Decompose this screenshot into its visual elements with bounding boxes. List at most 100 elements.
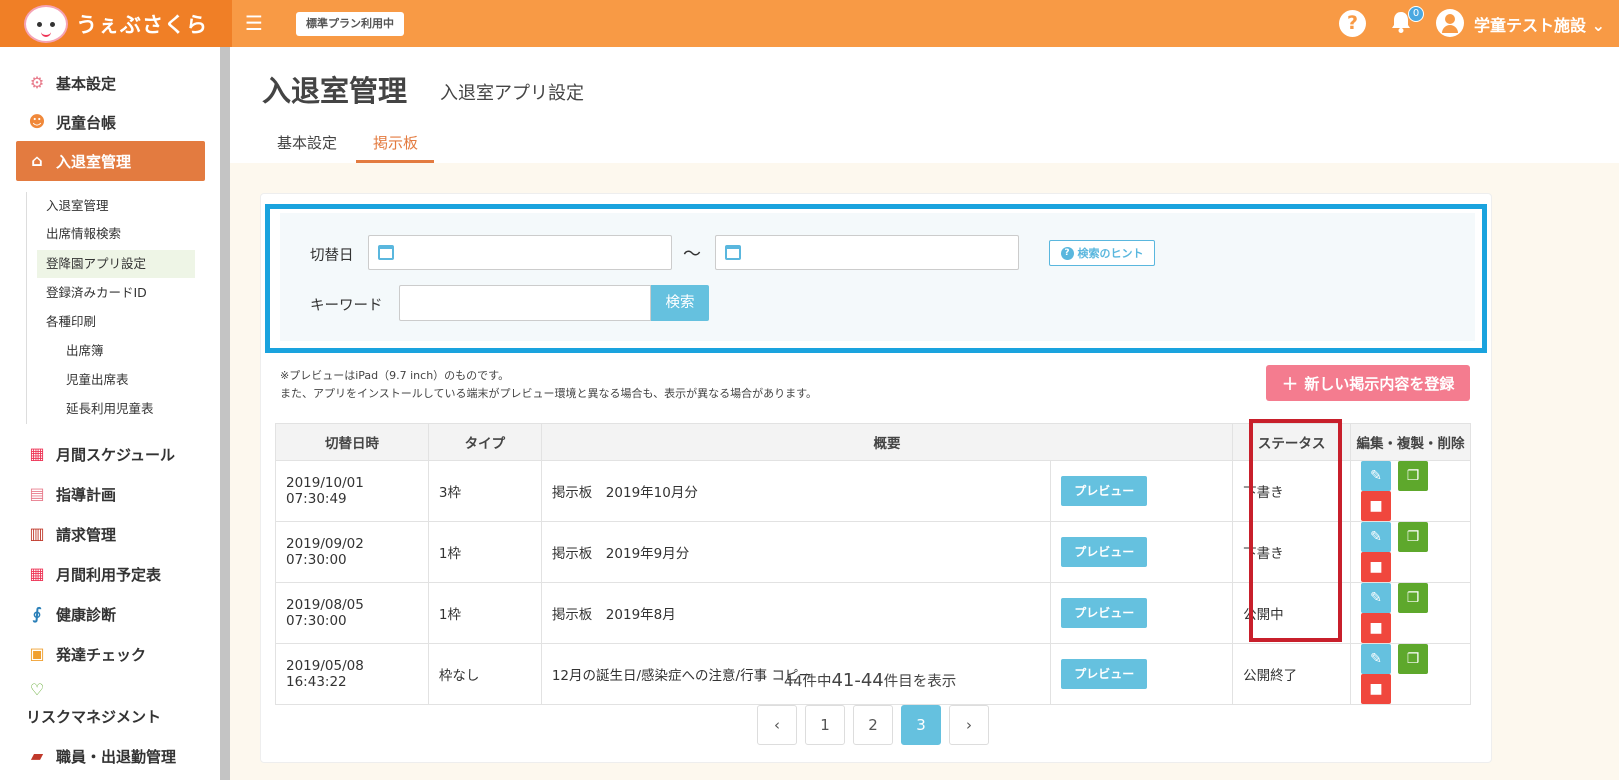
tab-basic-settings[interactable]: 基本設定 [277,132,337,153]
sidebar-item-child-register[interactable]: ☻ 児童台帳 [26,108,116,136]
sidebar-item-monthly-plan[interactable]: ▦ 月間利用予定表 [26,560,161,588]
edit-icon[interactable]: ✎ [1361,644,1392,674]
trash-icon[interactable]: ■ [1361,674,1392,704]
edit-icon[interactable]: ✎ [1361,583,1392,613]
search-hint-label: 検索のヒント [1077,247,1144,260]
header-datetime[interactable]: 切替日時 [275,423,429,461]
preview-button[interactable]: プレビュー [1061,659,1148,689]
calendar-icon [378,245,394,260]
gear-icon: ⚙ [29,73,45,92]
sidebar-item-guidance-plan[interactable]: ▤ 指導計画 [26,480,116,508]
sidebar-item-basic-settings[interactable]: ⚙ 基本設定 [26,69,116,97]
pagination-page-2[interactable]: 2 [853,705,893,745]
sidebar-item-attendance[interactable]: ⌂ 入退室管理 [16,141,205,181]
sidebar-item-label: 請求管理 [56,525,117,544]
cell-summary: 掲示板 2019年10月分 [540,460,1052,522]
pagination-info: 44件中41-44件目を表示 [784,670,956,691]
submenu-item-child-attendance-sheet[interactable]: 児童出席表 [66,370,129,390]
pagination-suffix: 件目を表示 [883,674,957,690]
menu-toggle-icon[interactable]: ☰ [245,12,267,34]
sidebar-scrollbar[interactable] [220,47,230,780]
question-icon: ? [1060,246,1074,260]
header-summary[interactable]: 概要 [540,423,1234,461]
page-title: 入退室管理 [262,74,408,108]
preview-button[interactable]: プレビュー [1061,598,1148,628]
logo-face-icon [24,4,68,43]
pagination-prev-button[interactable]: ‹ [757,705,797,745]
copy-icon[interactable]: ❐ [1398,583,1429,613]
copy-icon[interactable]: ❐ [1398,522,1429,552]
cell-status: 下書き [1232,460,1352,522]
new-post-label: 新しい掲示内容を登録 [1304,374,1455,393]
preview-note-1: ※プレビューはiPad（9.7 inch）のものです。 [280,369,510,382]
submenu-item-extended-use-sheet[interactable]: 延長利用児童表 [66,399,154,419]
trash-icon[interactable]: ■ [1361,613,1392,643]
submenu-item-app-settings[interactable]: 登降園アプリ設定 [46,254,146,274]
logo-text: うぇぶさくら [76,12,208,37]
date-to-input[interactable] [715,235,1019,270]
table-row: 2019/08/05 07:30:00 1枠 掲示板 2019年8月 プレビュー… [275,582,1471,644]
new-post-button[interactable]: + 新しい掲示内容を登録 [1266,365,1470,401]
plan-badge: 標準プラン利用中 [296,12,404,36]
header-type[interactable]: タイプ [427,423,542,461]
sidebar-item-label: 指導計画 [56,485,117,504]
submenu-item-card-ids[interactable]: 登録済みカードID [46,283,147,303]
cell-datetime: 2019/05/08 16:43:22 [275,643,429,705]
top-header [0,0,1619,47]
edit-icon[interactable]: ✎ [1361,461,1392,491]
sidebar-item-label: 基本設定 [56,74,117,93]
tab-bulletin-board[interactable]: 掲示板 [373,132,418,153]
preview-button[interactable]: プレビュー [1061,476,1148,506]
sidebar-item-label: 健康診断 [56,605,117,624]
user-menu[interactable]: 学童テスト施設 ⌄ [1474,12,1605,36]
sidebar-item-staff-management[interactable]: ▰ 職員・出退勤管理 [26,742,176,770]
preview-button[interactable]: プレビュー [1061,537,1148,567]
cell-datetime: 2019/08/05 07:30:00 [275,582,429,644]
submenu-item-printing[interactable]: 各種印刷 [46,312,96,332]
header-status[interactable]: ステータス [1232,423,1352,461]
date-from-input[interactable] [368,235,672,270]
calendar-clock-icon: ▦ [29,564,45,583]
user-avatar-icon[interactable] [1436,9,1464,37]
search-button[interactable]: 検索 [651,285,709,321]
pagination-next-button[interactable]: › [949,705,989,745]
sidebar-item-billing[interactable]: ▥ 請求管理 [26,520,116,548]
submenu-item-attendance-book[interactable]: 出席簿 [66,341,104,361]
trash-icon[interactable]: ■ [1361,552,1392,582]
trash-icon[interactable]: ■ [1361,491,1392,521]
keyword-input[interactable] [399,285,651,321]
app-logo[interactable]: うぇぶさくら [0,0,232,47]
copy-icon[interactable]: ❐ [1398,461,1429,491]
submenu-item-attendance-search[interactable]: 出席情報検索 [46,224,121,244]
bulletin-table: 切替日時 タイプ 概要 ステータス 編集・複製・削除 2019/10/01 07… [275,423,1471,705]
building-icon: ⌂ [31,151,43,170]
cell-type: 3枠 [427,460,542,522]
hands-icon: ♡ [29,680,45,699]
sidebar-item-label: 入退室管理 [56,152,132,171]
sidebar-item-risk-management[interactable]: リスクマネジメント [26,702,161,730]
sidebar-item-development-check[interactable]: ▣ 発達チェック [26,640,146,668]
pagination-range: 41-44 [831,670,884,691]
pagination-page-1[interactable]: 1 [805,705,845,745]
plus-icon: + [1281,371,1299,395]
pagination-page-3[interactable]: 3 [901,705,941,745]
cell-datetime: 2019/09/02 07:30:00 [275,521,429,583]
sidebar-item-monthly-schedule[interactable]: ▦ 月間スケジュール [26,440,175,468]
search-hint-button[interactable]: ? 検索のヒント [1049,240,1155,266]
cell-summary: 掲示板 2019年9月分 [540,521,1052,583]
cell-type: 1枠 [427,582,542,644]
stethoscope-icon: ∮ [32,604,42,623]
sidebar-item-health-check[interactable]: ∮ 健康診断 [26,600,117,628]
edit-icon[interactable]: ✎ [1361,522,1392,552]
cell-datetime: 2019/10/01 07:30:49 [275,460,429,522]
notification-badge: 0 [1408,6,1424,22]
cell-summary: 掲示板 2019年8月 [540,582,1052,644]
copy-icon[interactable]: ❐ [1398,644,1429,674]
pagination-prefix: 44件中 [784,674,832,690]
clipboard-icon: ▣ [29,644,45,663]
child-icon: ☻ [28,112,46,131]
help-icon[interactable]: ? [1339,10,1366,37]
calculator-icon: ▥ [29,524,45,543]
submenu-item-attendance[interactable]: 入退室管理 [46,196,109,216]
cell-status: 下書き [1232,521,1352,583]
